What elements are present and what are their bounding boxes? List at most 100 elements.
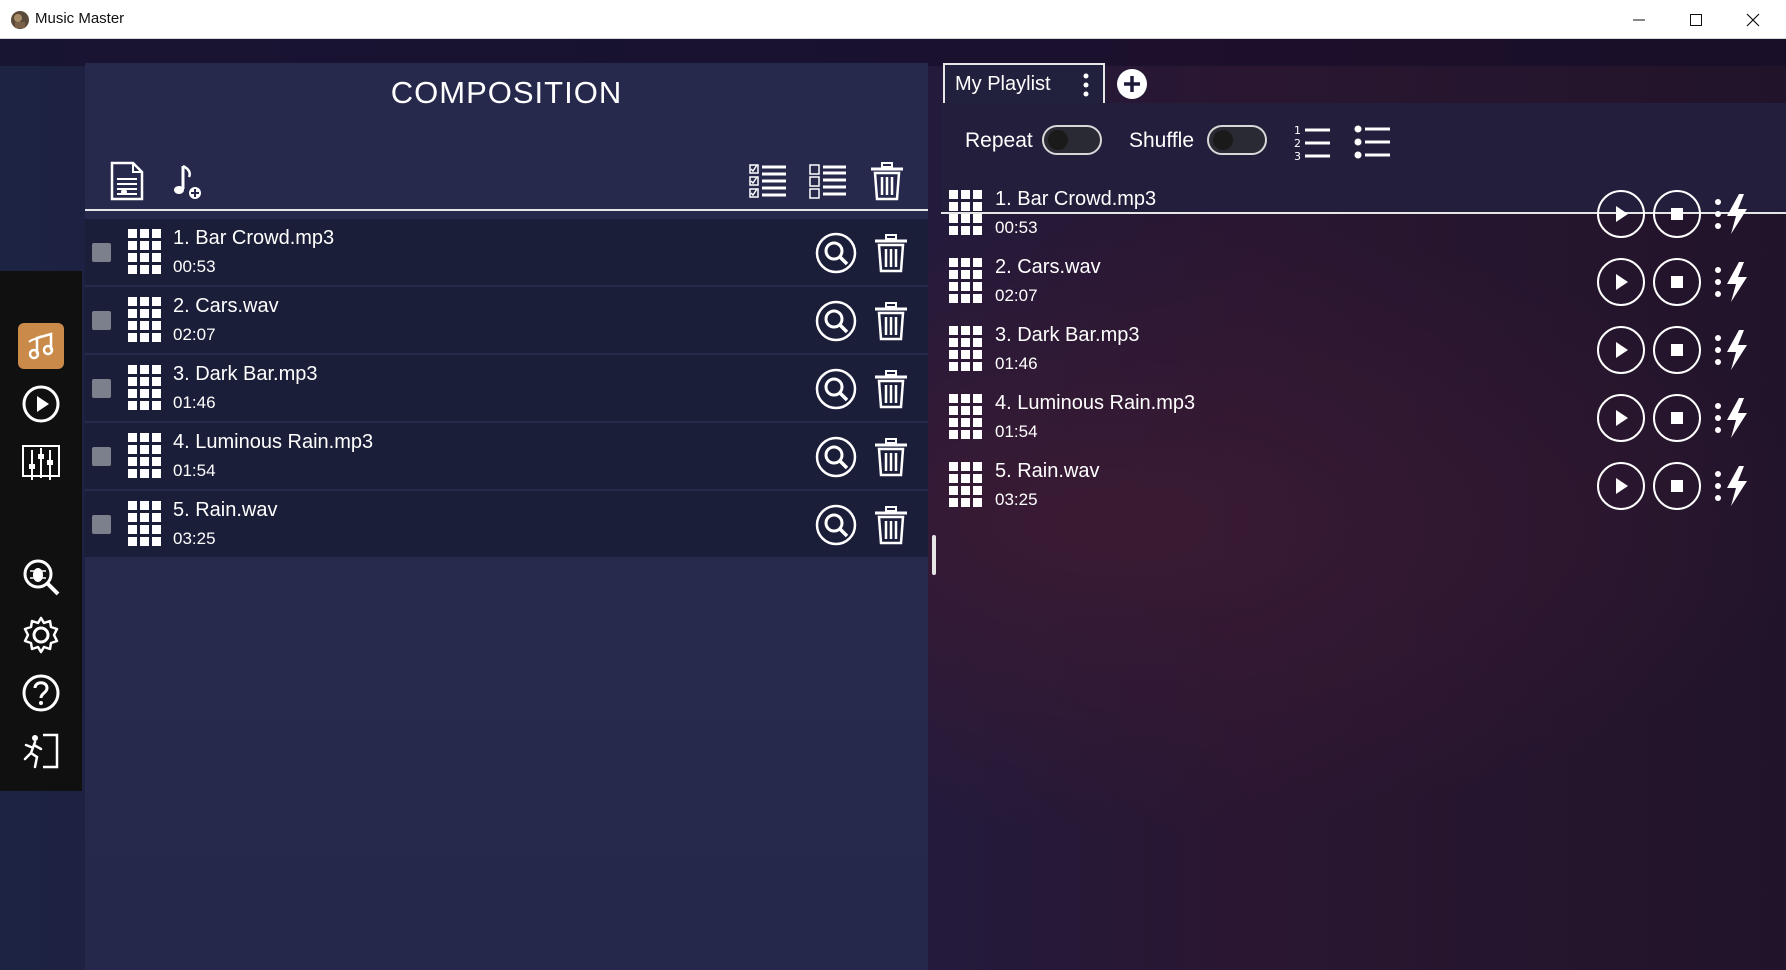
drag-handle-icon[interactable] bbox=[949, 394, 983, 441]
lightning-icon[interactable] bbox=[1713, 260, 1753, 304]
maximize-button[interactable] bbox=[1667, 0, 1724, 39]
help-icon bbox=[22, 674, 60, 712]
composition-row[interactable]: 5. Rain.wav 03:25 bbox=[85, 491, 928, 557]
search-icon bbox=[815, 436, 857, 478]
nav-settings[interactable] bbox=[18, 612, 64, 658]
nav-exit[interactable] bbox=[18, 728, 64, 774]
composition-row[interactable]: 3. Dark Bar.mp3 01:46 bbox=[85, 355, 928, 421]
nav-player[interactable] bbox=[18, 381, 64, 427]
track-name: 1. Bar Crowd.mp3 bbox=[995, 188, 1157, 210]
numbered-list-icon[interactable]: 1 2 3 bbox=[1293, 123, 1331, 161]
row-checkbox[interactable] bbox=[92, 311, 111, 330]
composition-row[interactable]: 4. Luminous Rain.mp3 01:54 bbox=[85, 423, 928, 489]
delete-all-button[interactable] bbox=[865, 159, 909, 203]
svg-text:1: 1 bbox=[1294, 124, 1301, 137]
track-name: 3. Dark Bar.mp3 bbox=[995, 324, 1140, 346]
search-track-button[interactable] bbox=[814, 299, 858, 343]
play-button[interactable] bbox=[1597, 462, 1645, 510]
delete-track-button[interactable] bbox=[869, 367, 913, 411]
stop-button[interactable] bbox=[1653, 258, 1701, 306]
play-button[interactable] bbox=[1597, 190, 1645, 238]
drag-handle-icon[interactable] bbox=[949, 258, 983, 305]
new-file-button[interactable] bbox=[105, 159, 149, 203]
lightning-icon[interactable] bbox=[1713, 192, 1753, 236]
composition-row[interactable]: 1. Bar Crowd.mp3 00:53 bbox=[85, 219, 928, 285]
nav-composition[interactable] bbox=[18, 323, 64, 369]
row-checkbox[interactable] bbox=[92, 243, 111, 262]
delete-track-button[interactable] bbox=[869, 231, 913, 275]
lightning-icon[interactable] bbox=[1713, 464, 1753, 508]
track-name: 4. Luminous Rain.mp3 bbox=[173, 431, 374, 453]
drag-handle-icon[interactable] bbox=[128, 229, 162, 276]
repeat-toggle[interactable] bbox=[1042, 125, 1102, 155]
playlist-row[interactable]: 5. Rain.wav 03:25 bbox=[949, 456, 1786, 516]
shuffle-label: Shuffle bbox=[1129, 129, 1194, 152]
bullet-list-icon[interactable] bbox=[1353, 123, 1391, 161]
play-button[interactable] bbox=[1597, 326, 1645, 374]
stop-button[interactable] bbox=[1653, 190, 1701, 238]
drag-handle-icon[interactable] bbox=[949, 326, 983, 373]
stop-button[interactable] bbox=[1653, 326, 1701, 374]
track-duration: 02:07 bbox=[173, 325, 216, 344]
row-checkbox[interactable] bbox=[92, 515, 111, 534]
nav-equalizer[interactable] bbox=[18, 439, 64, 485]
play-button[interactable] bbox=[1597, 394, 1645, 442]
stop-icon bbox=[1671, 480, 1683, 492]
drag-handle-icon[interactable] bbox=[128, 297, 162, 344]
stop-icon bbox=[1671, 208, 1683, 220]
stop-icon bbox=[1671, 276, 1683, 288]
lightning-icon[interactable] bbox=[1713, 328, 1753, 372]
minimize-button[interactable] bbox=[1610, 0, 1667, 39]
gear-icon bbox=[23, 616, 59, 654]
nav-scan[interactable] bbox=[18, 554, 64, 600]
track-name: 5. Rain.wav bbox=[995, 460, 1100, 482]
play-button[interactable] bbox=[1597, 258, 1645, 306]
nav-help[interactable] bbox=[18, 670, 64, 716]
play-icon bbox=[1616, 274, 1628, 290]
deselect-all-button[interactable] bbox=[805, 159, 851, 203]
delete-track-button[interactable] bbox=[869, 299, 913, 343]
playlist-row[interactable]: 3. Dark Bar.mp3 01:46 bbox=[949, 320, 1786, 380]
lightning-icon[interactable] bbox=[1713, 396, 1753, 440]
drag-handle-icon[interactable] bbox=[128, 365, 162, 412]
svg-text:3: 3 bbox=[1294, 150, 1301, 161]
track-name: 5. Rain.wav bbox=[173, 499, 278, 521]
add-playlist-icon[interactable] bbox=[1115, 67, 1149, 101]
deselect-list-icon bbox=[809, 164, 846, 199]
drag-handle-icon[interactable] bbox=[949, 462, 983, 509]
track-duration: 02:07 bbox=[995, 286, 1038, 305]
more-vertical-icon[interactable] bbox=[1079, 71, 1093, 99]
drag-handle-icon[interactable] bbox=[949, 190, 983, 237]
tab-my-playlist[interactable]: My Playlist bbox=[943, 63, 1105, 103]
composition-row[interactable]: 2. Cars.wav 02:07 bbox=[85, 287, 928, 353]
search-track-button[interactable] bbox=[814, 231, 858, 275]
playlist-row[interactable]: 2. Cars.wav 02:07 bbox=[949, 252, 1786, 312]
composition-panel: COMPOSITION 1. Bar Crowd.mp3 00:53 2. Ca… bbox=[85, 63, 928, 970]
stop-icon bbox=[1671, 412, 1683, 424]
track-duration: 01:46 bbox=[173, 393, 216, 412]
shuffle-toggle[interactable] bbox=[1207, 125, 1267, 155]
search-track-button[interactable] bbox=[814, 503, 858, 547]
track-name: 3. Dark Bar.mp3 bbox=[173, 363, 318, 385]
search-track-button[interactable] bbox=[814, 435, 858, 479]
close-icon bbox=[1746, 13, 1759, 26]
row-checkbox[interactable] bbox=[92, 447, 111, 466]
row-checkbox[interactable] bbox=[92, 379, 111, 398]
drag-handle-icon[interactable] bbox=[128, 433, 162, 480]
stop-button[interactable] bbox=[1653, 462, 1701, 510]
select-all-button[interactable] bbox=[745, 159, 791, 203]
delete-track-button[interactable] bbox=[869, 503, 913, 547]
add-music-button[interactable] bbox=[165, 159, 209, 203]
playlist-tabbar: My Playlist bbox=[943, 63, 1786, 103]
composition-divider bbox=[85, 209, 928, 211]
track-name: 2. Cars.wav bbox=[995, 256, 1101, 278]
search-track-button[interactable] bbox=[814, 367, 858, 411]
minimize-icon bbox=[1632, 19, 1645, 20]
stop-button[interactable] bbox=[1653, 394, 1701, 442]
drag-handle-icon[interactable] bbox=[128, 501, 162, 548]
playlist-row[interactable]: 4. Luminous Rain.mp3 01:54 bbox=[949, 388, 1786, 448]
playlist-row[interactable]: 1. Bar Crowd.mp3 00:53 bbox=[949, 184, 1786, 244]
panel-splitter[interactable] bbox=[932, 535, 936, 575]
close-button[interactable] bbox=[1724, 0, 1781, 39]
delete-track-button[interactable] bbox=[869, 435, 913, 479]
